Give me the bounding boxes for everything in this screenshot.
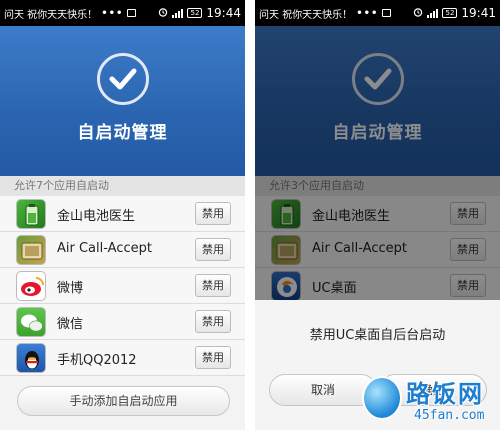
image-icon [127, 9, 137, 17]
disable-button[interactable]: 禁用 [195, 202, 231, 225]
alarm-icon [158, 7, 168, 20]
battery-icon: 52 [442, 8, 458, 18]
add-autostart-app-button[interactable]: 手动添加自启动应用 [17, 386, 230, 416]
status-dots: ••• [356, 7, 379, 19]
list-item: 微博 禁用 [0, 268, 245, 304]
image-icon [382, 9, 392, 17]
battery-doctor-icon [16, 199, 46, 229]
dialog-message: 禁用UC桌面自后台启动 [309, 328, 446, 343]
wechat-icon [16, 307, 46, 337]
divider [245, 0, 255, 430]
status-bar: 问天 祝你天天快乐！ ••• 52 19:44 [0, 0, 245, 26]
watermark-subtext: 45fan.com [414, 408, 485, 423]
app-name: Air Call-Accept [57, 241, 152, 256]
air-call-accept-icon [16, 235, 46, 265]
weibo-icon [16, 271, 46, 301]
app-name: 微信 [57, 317, 84, 332]
alarm-icon [413, 7, 423, 20]
list-item: 手机QQ2012 禁用 [0, 340, 245, 376]
list-item: Air Call-Accept 禁用 [0, 232, 245, 268]
left-phone-screen: 问天 祝你天天快乐！ ••• 52 19:44 自启动管理 允许7个应用自启动 … [0, 0, 245, 430]
water-drop-logo-icon [362, 376, 402, 420]
checkmark-icon [97, 53, 149, 105]
status-carrier-text: 问天 祝你天天快乐！ [4, 9, 98, 21]
disable-button[interactable]: 禁用 [195, 346, 231, 369]
app-list: 金山电池医生 禁用 Air Call-Accept 禁用 微博 禁用 微信 禁用 [0, 196, 245, 376]
page-title: 自启动管理 [77, 123, 168, 143]
status-bar: 问天 祝你天天快乐！ ••• 52 19:41 [255, 0, 500, 26]
list-item: 金山电池医生 禁用 [0, 196, 245, 232]
disable-button[interactable]: 禁用 [195, 238, 231, 261]
status-carrier-text: 问天 祝你天天快乐！ [259, 9, 353, 21]
status-dots: ••• [101, 7, 124, 19]
disable-button[interactable]: 禁用 [195, 310, 231, 333]
app-name: 微博 [57, 281, 84, 296]
app-name: 金山电池医生 [57, 209, 136, 224]
app-name: 手机QQ2012 [57, 353, 137, 368]
status-time: 19:44 [206, 6, 241, 20]
right-phone-screen: 问天 祝你天天快乐！ ••• 52 19:41 自启动管理 允许3个应用自启动 … [255, 0, 500, 430]
status-time: 19:41 [461, 6, 496, 20]
header-banner: 自启动管理 [0, 26, 245, 176]
section-label: 允许7个应用自启动 [0, 176, 245, 196]
signal-icon [427, 8, 439, 18]
list-item: 微信 禁用 [0, 304, 245, 340]
qq-icon [16, 343, 46, 373]
disable-button[interactable]: 禁用 [195, 274, 231, 297]
site-watermark: 路饭网 45fan.com [358, 372, 500, 430]
battery-icon: 52 [187, 8, 203, 18]
watermark-text: 路饭网 [406, 380, 484, 408]
signal-icon [172, 8, 184, 18]
